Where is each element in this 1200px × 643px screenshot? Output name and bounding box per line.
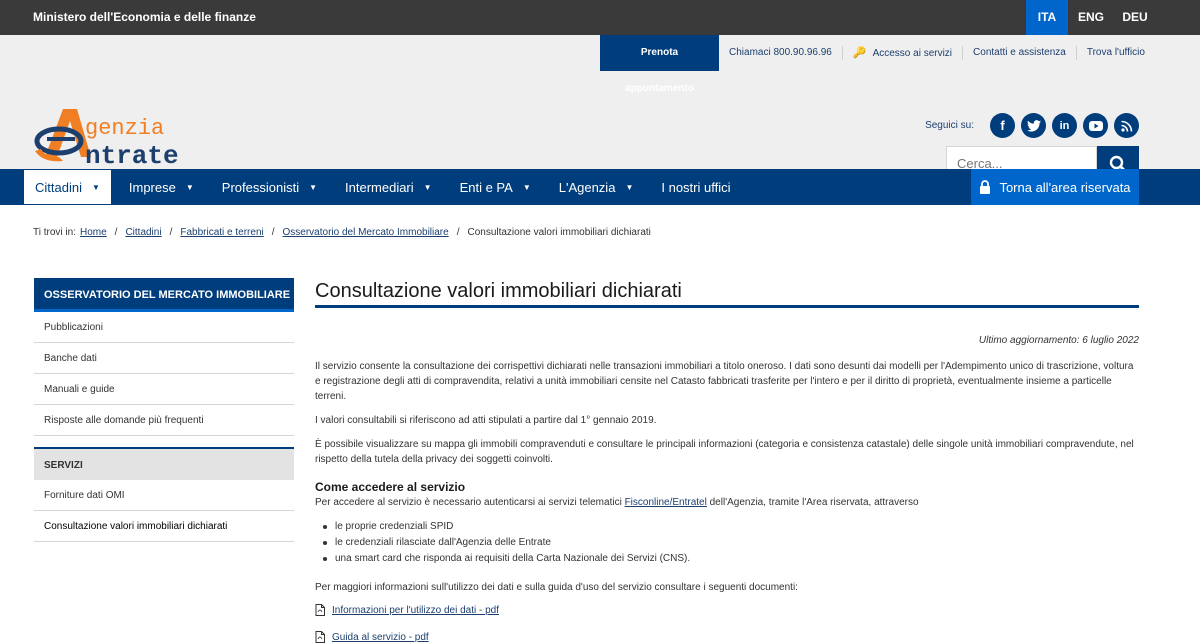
access-methods-list: le proprie credenziali SPID le credenzia… [323, 519, 1139, 567]
section-heading: Come accedere al servizio [315, 480, 466, 494]
list-item: le credenziali rilasciate dall'Agenzia d… [323, 535, 1139, 551]
key-icon: 🔑 [852, 47, 867, 59]
nav-imprese-label: Imprese [128, 179, 176, 195]
main-nav: Cittadini ▼ Imprese ▼ Professionisti ▼ Inte… [0, 169, 1200, 205]
paragraph-docs: Per maggiori informazioni sull'utilizzo … [315, 582, 798, 593]
chevron-down-icon: ▼ [423, 182, 432, 192]
logo-text-ntrate: ntrate [85, 141, 179, 167]
list-item: le proprie credenziali SPID [323, 519, 1139, 535]
breadcrumb-home[interactable]: Home [80, 227, 107, 238]
nav-nostri-uffici-label: I nostri uffici [661, 179, 731, 195]
nav-agenzia[interactable]: L'Agenzia ▼ [548, 169, 645, 205]
nav-intermediari[interactable]: Intermediari ▼ [334, 169, 443, 205]
rss-icon[interactable] [1114, 113, 1139, 138]
social-links: Seguici su: f in [925, 113, 1139, 138]
facebook-icon[interactable]: f [990, 113, 1015, 138]
chevron-down-icon: ▼ [309, 182, 318, 192]
doc-link-informazioni[interactable]: Informazioni per l'utilizzo dei dati - p… [315, 604, 1139, 616]
chevron-down-icon: ▼ [522, 182, 531, 192]
youtube-icon[interactable] [1083, 113, 1108, 138]
seguici-label: Seguici su: [925, 120, 974, 131]
trova-ufficio-link[interactable]: Trova l'ufficio [1077, 46, 1155, 60]
nav-enti-pa-label: Enti e PA [459, 179, 513, 195]
breadcrumb: Ti trovi in: Home / Cittadini / Fabbrica… [33, 227, 651, 238]
area-riservata-button[interactable]: Torna all'area riservata [971, 169, 1139, 205]
breadcrumb-cittadini[interactable]: Cittadini [125, 227, 161, 238]
area-riservata-label: Torna all'area riservata [999, 179, 1131, 195]
page-title: Consultazione valori immobiliari dichiar… [315, 278, 1139, 308]
sidebar-item-pubblicazioni[interactable]: Pubblicazioni [34, 312, 294, 343]
nav-professionisti-label: Professionisti [221, 179, 300, 195]
nav-agenzia-label: L'Agenzia [558, 179, 616, 195]
breadcrumb-separator: / [456, 227, 460, 238]
linkedin-icon[interactable]: in [1052, 113, 1077, 138]
list-item: una smart card che risponda ai requisiti… [323, 551, 1139, 567]
nav-enti-pa[interactable]: Enti e PA ▼ [449, 169, 542, 205]
logo-text-genzia: genzia [85, 116, 164, 141]
lang-ita[interactable]: ITA [1026, 0, 1068, 35]
paragraph-map: È possibile visualizzare su mappa gli im… [315, 439, 1134, 465]
breadcrumb-separator: / [271, 227, 275, 238]
sidebar-item-faq[interactable]: Risposte alle domande più frequenti [34, 405, 294, 436]
twitter-icon[interactable] [1021, 113, 1046, 138]
breadcrumb-separator: / [114, 227, 118, 238]
breadcrumb-fabbricati[interactable]: Fabbricati e terreni [180, 227, 263, 238]
nav-cittadini[interactable]: Cittadini ▼ [23, 169, 112, 205]
sidebar: OSSERVATORIO DEL MERCATO IMMOBILIARE Pub… [34, 278, 294, 542]
sidebar-item-manuali[interactable]: Manuali e guide [34, 374, 294, 405]
header: Prenota appuntamento Chiamaci 800.90.96.… [0, 35, 1200, 181]
nav-nostri-uffici[interactable]: I nostri uffici [650, 169, 741, 205]
paragraph-access-text: Per accedere al servizio è necessario au… [315, 497, 625, 508]
sidebar-section-servizi: SERVIZI [34, 447, 294, 480]
sidebar-item-forniture-omi[interactable]: Forniture dati OMI [34, 480, 294, 511]
prenota-appuntamento-button[interactable]: Prenota appuntamento [600, 35, 719, 94]
paragraph-date: I valori consultabili si riferiscono ad … [315, 415, 657, 426]
nav-cittadini-label: Cittadini [35, 179, 82, 195]
accesso-servizi-link[interactable]: 🔑 Accesso ai servizi [843, 46, 964, 60]
lang-eng[interactable]: ENG [1070, 0, 1112, 35]
breadcrumb-prefix: Ti trovi in: [33, 227, 76, 238]
doc-link-guida[interactable]: Guida al servizio - pdf [315, 631, 1139, 643]
sidebar-title[interactable]: OSSERVATORIO DEL MERCATO IMMOBILIARE [34, 278, 294, 312]
ministry-link[interactable]: Ministero dell'Economia e delle finanze [33, 10, 256, 24]
pdf-icon [315, 631, 325, 643]
nav-professionisti[interactable]: Professionisti ▼ [211, 169, 328, 205]
utility-links: Prenota appuntamento Chiamaci 800.90.96.… [600, 35, 1155, 94]
sidebar-item-consultazione[interactable]: Consultazione valori immobiliari dichiar… [34, 511, 294, 542]
pdf-icon [315, 604, 325, 616]
last-updated: Ultimo aggiornamento: 6 luglio 2022 [978, 335, 1139, 346]
top-bar: Ministero dell'Economia e delle finanze … [0, 0, 1200, 35]
fisconline-link[interactable]: Fisconline/Entratel [625, 497, 707, 508]
accesso-servizi-label: Accesso ai servizi [872, 48, 953, 59]
language-switcher: ITA ENG DEU [1026, 0, 1156, 35]
paragraph-access: Per accedere al servizio è necessario au… [315, 495, 1139, 510]
lock-icon [980, 180, 991, 194]
doc-link-informazioni-label[interactable]: Informazioni per l'utilizzo dei dati - p… [332, 605, 499, 616]
agenzia-entrate-logo[interactable]: genzia ntrate [33, 107, 223, 167]
nav-intermediari-label: Intermediari [345, 179, 414, 195]
chiamaci-link[interactable]: Chiamaci 800.90.96.96 [719, 46, 843, 60]
contatti-link[interactable]: Contatti e assistenza [963, 46, 1077, 60]
paragraph-intro: Il servizio consente la consultazione de… [315, 361, 1134, 402]
breadcrumb-current: Consultazione valori immobiliari dichiar… [467, 227, 651, 238]
sidebar-item-banche-dati[interactable]: Banche dati [34, 343, 294, 374]
breadcrumb-separator: / [169, 227, 173, 238]
chevron-down-icon: ▼ [625, 182, 634, 192]
paragraph-access-text-end: dell'Agenzia, tramite l'Area riservata, … [706, 497, 919, 508]
nav-imprese[interactable]: Imprese ▼ [118, 169, 205, 205]
lang-deu[interactable]: DEU [1114, 0, 1156, 35]
breadcrumb-osservatorio[interactable]: Osservatorio del Mercato Immobiliare [283, 227, 449, 238]
chevron-down-icon: ▼ [185, 182, 194, 192]
chevron-down-icon: ▼ [91, 182, 100, 192]
doc-link-guida-label[interactable]: Guida al servizio - pdf [332, 632, 429, 643]
main-content: Consultazione valori immobiliari dichiar… [315, 278, 1139, 643]
